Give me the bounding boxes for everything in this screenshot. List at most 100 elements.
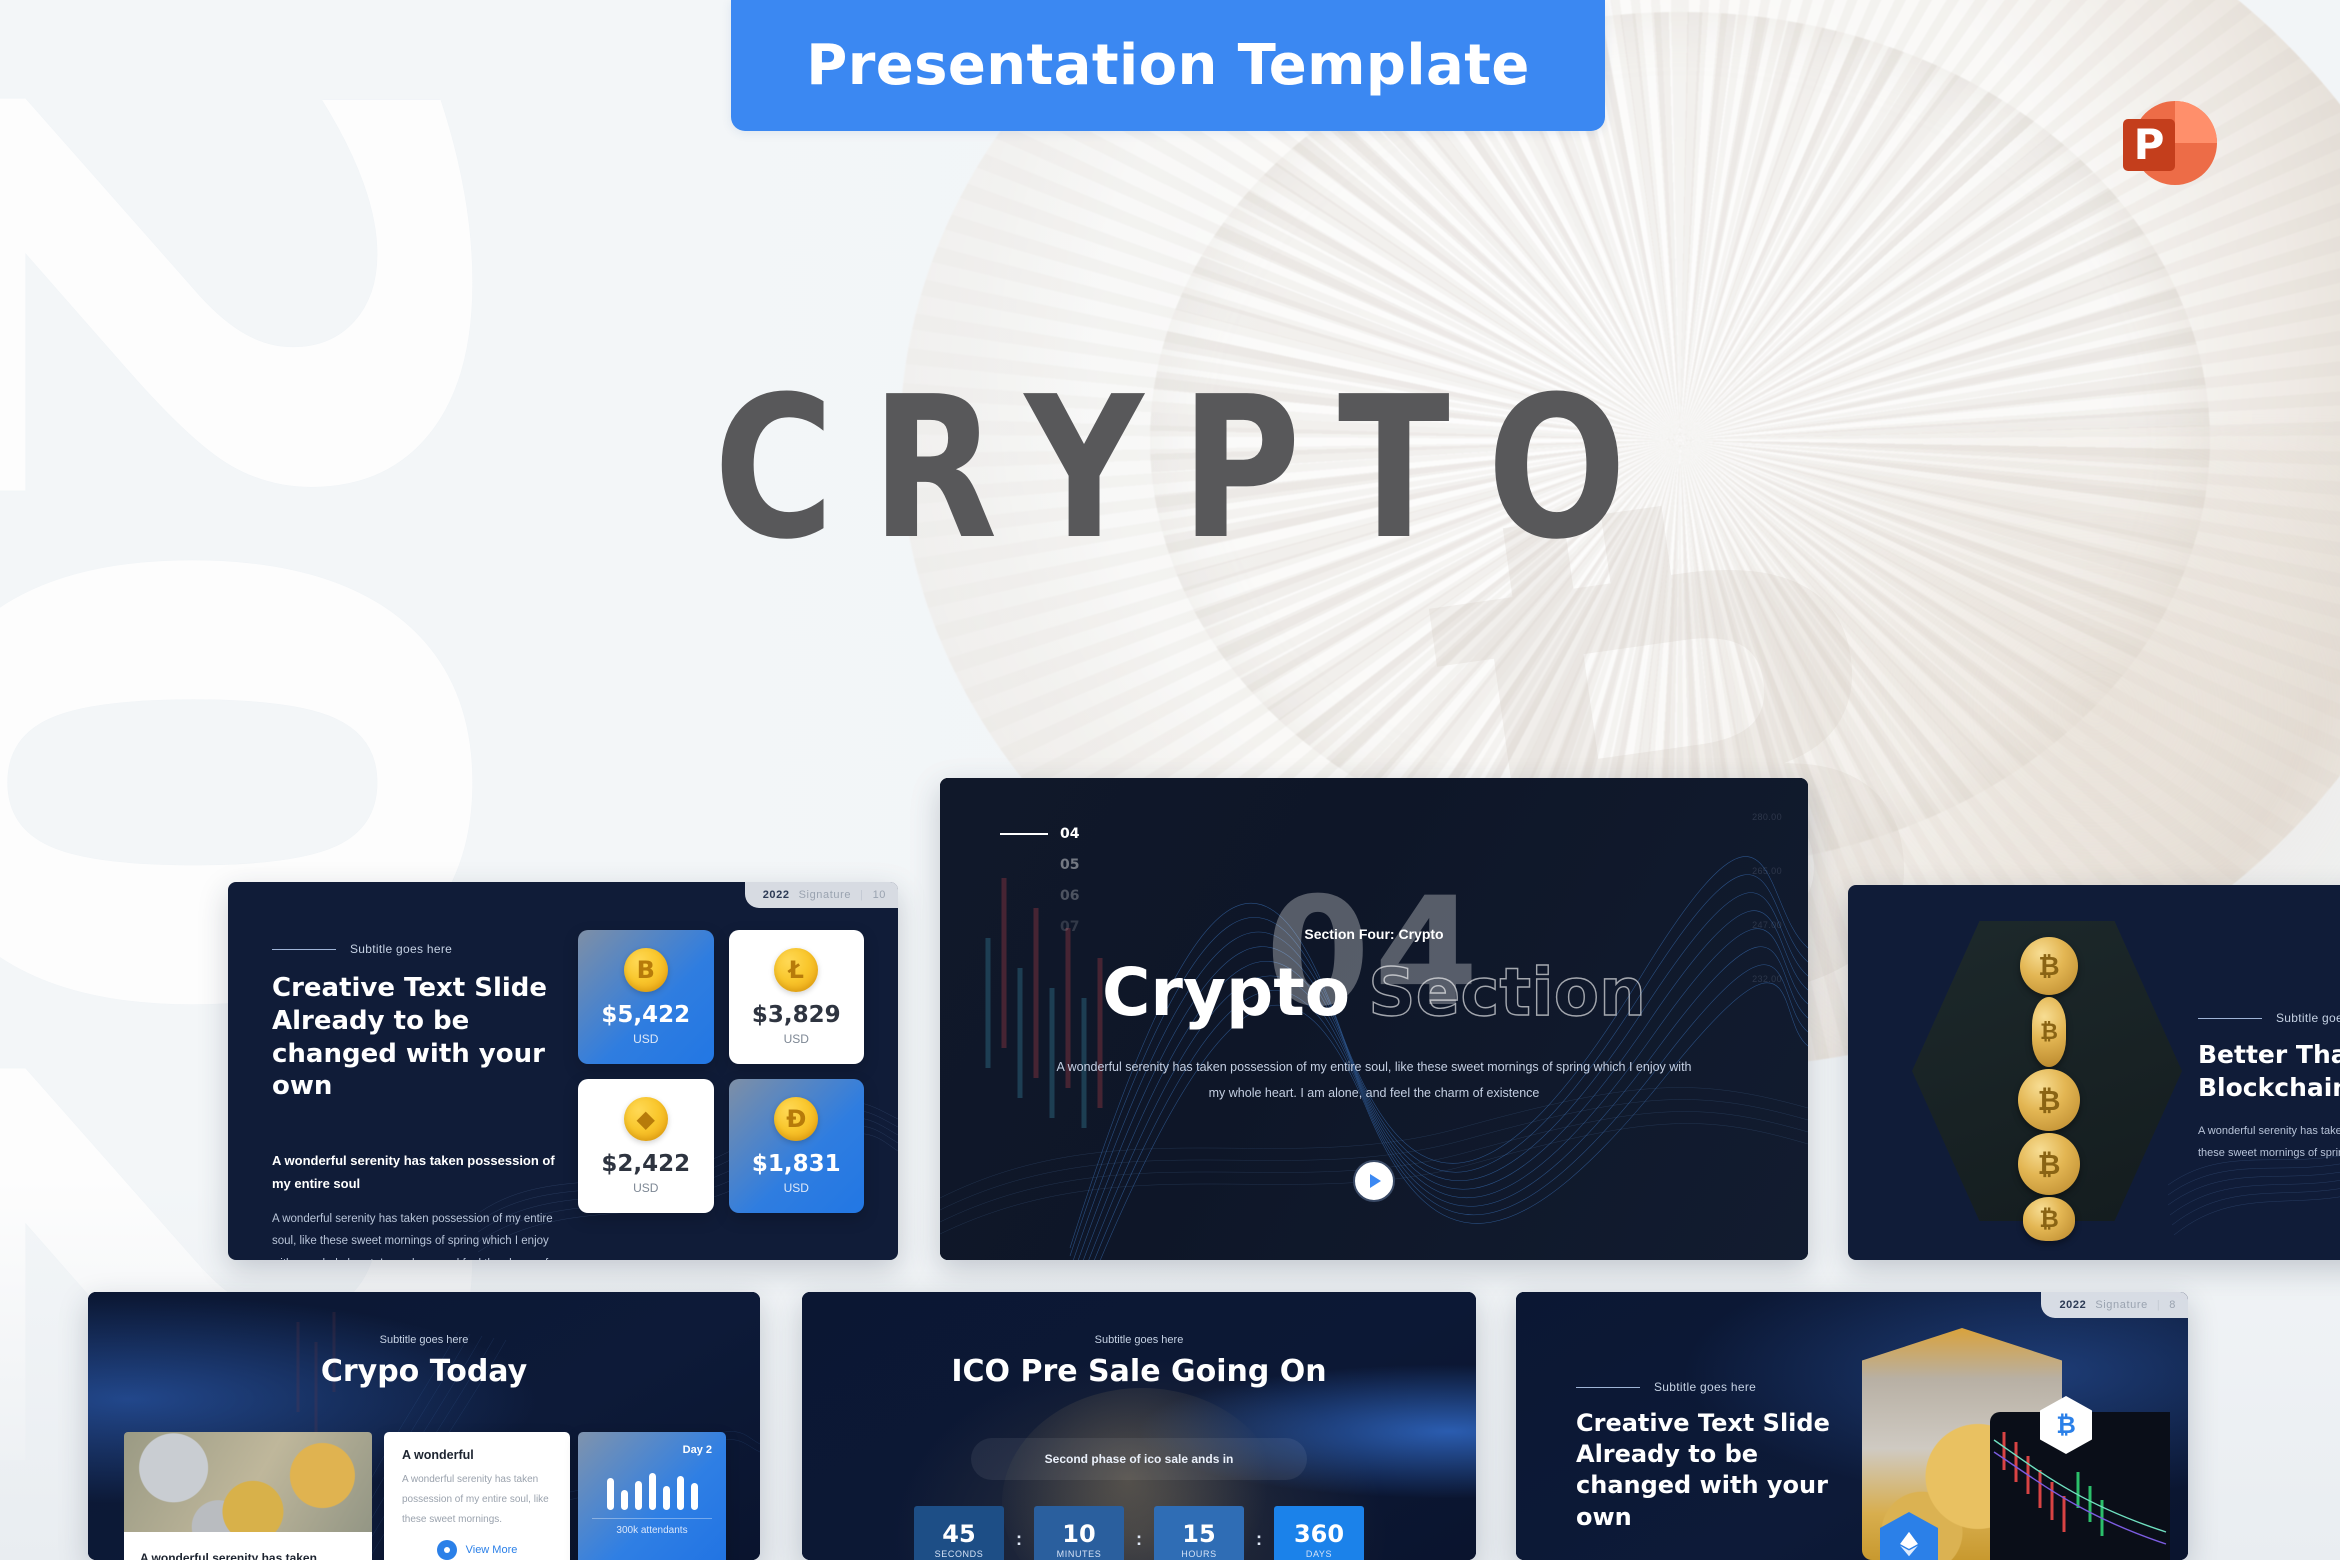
slide-badge: 2022 Signature | 8 <box>2041 1292 2188 1318</box>
slide-thumbnail-creative-text[interactable]: 2022 Signature | 10 Subtitle goes here C… <box>228 882 898 1260</box>
coin-currency: USD <box>783 1181 809 1195</box>
bar-chart <box>592 1464 712 1510</box>
bitcoin-coin-icon: B <box>623 948 668 992</box>
subtitle-row: Subtitle goes here <box>2198 1011 2340 1025</box>
coin-currency: USD <box>783 1032 809 1046</box>
coin-card-dash[interactable]: Ð $1,831 USD <box>728 1079 864 1213</box>
svg-text:P: P <box>2134 120 2165 169</box>
presentation-template-banner: Presentation Template <box>731 0 1605 131</box>
slide-thumbnail-creative-text-2[interactable]: 2022 Signature | 8 ₿ Subtitle goes here … <box>1516 1292 2188 1560</box>
chart-card-caption: 300k attendants <box>592 1518 712 1536</box>
dash-coin-icon: Ð <box>774 1097 819 1141</box>
badge-label: Signature <box>2095 1299 2148 1311</box>
coin-price: $5,422 <box>601 1002 691 1028</box>
bitcoin-coin-icon: ₿ <box>2018 1133 2080 1195</box>
coin-card-bitcoin[interactable]: B $5,422 USD <box>578 930 714 1064</box>
slide5-header: Subtitle goes here ICO Pre Sale Going On <box>802 1334 1476 1389</box>
section-nav-item[interactable]: 06 <box>1000 888 1079 904</box>
section-nav-item-active[interactable]: 04 <box>1000 826 1079 842</box>
nav-number: 05 <box>1060 857 1080 873</box>
coin-price: $3,829 <box>751 1002 841 1028</box>
section-nav-item[interactable]: 05 <box>1000 857 1079 873</box>
countdown-timer: 45 SECONDS : 10 MINUTES : 15 HOURS : 360… <box>914 1506 1364 1560</box>
info-card[interactable]: A wonderful A wonderful serenity has tak… <box>384 1432 570 1560</box>
coin-currency: USD <box>633 1181 659 1195</box>
slide1-copy: Subtitle goes here Creative Text Slide A… <box>272 942 572 1260</box>
subtitle-rule <box>2198 1017 2262 1019</box>
slide6-heading: Creative Text Slide Already to be change… <box>1576 1409 1830 1531</box>
section-kicker: Section Four: Crypto <box>1304 926 1444 942</box>
countdown-value: 45 <box>942 1519 976 1548</box>
subtitle-text: Subtitle goes here <box>1094 1334 1184 1346</box>
bitcoin-coin-icon: ₿ <box>2023 1197 2075 1241</box>
countdown-separator: : <box>1016 1528 1022 1549</box>
slide5-title: ICO Pre Sale Going On <box>951 1354 1327 1389</box>
subtitle-rule <box>272 948 336 950</box>
slide1-body: A wonderful serenity has taken possessio… <box>272 1212 553 1260</box>
section-title-solid: Crypto <box>1101 954 1351 1031</box>
slide4-title: Crypo Today <box>320 1354 528 1389</box>
countdown-seconds: 45 SECONDS <box>914 1506 1004 1560</box>
subtitle-rule <box>1576 1386 1640 1388</box>
play-button[interactable] <box>1353 1160 1395 1202</box>
coin-card-ethereum[interactable]: ◆ $2,422 USD <box>578 1079 714 1213</box>
countdown-minutes: 10 MINUTES <box>1034 1506 1124 1560</box>
slide4-header: Subtitle goes here Crypo Today <box>88 1334 760 1389</box>
litecoin-coin-icon: Ł <box>774 948 819 992</box>
countdown-value: 15 <box>1182 1519 1216 1548</box>
slide-badge: 2022 Signature | 10 <box>744 882 898 908</box>
countdown-hours: 15 HOURS <box>1154 1506 1244 1560</box>
slide1-lead: A wonderful serenity has taken possessio… <box>272 1153 555 1192</box>
photo-info-card[interactable]: A wonderful serenity has taken possessio… <box>124 1532 372 1560</box>
countdown-days: 360 DAYS <box>1274 1506 1364 1560</box>
slide1-heading: Creative Text Slide Already to be change… <box>272 973 548 1102</box>
countdown-separator: : <box>1256 1528 1262 1549</box>
slide3-body: A wonderful serenity has taken possessio… <box>2198 1125 2340 1159</box>
slide-thumbnail-crypto-section[interactable]: 280.00 265.00 247.00 232.00 04 05 06 07 … <box>940 778 1808 1260</box>
badge-page: 10 <box>872 889 886 901</box>
powerpoint-icon: P <box>2117 93 2225 201</box>
attendants-chart-card[interactable]: Day 2 300k attendants <box>578 1432 726 1560</box>
slide-thumbnail-better-than-blockchain[interactable]: ₿ ₿ ₿ ₿ ₿ Subtitle goes here Better Than… <box>1848 885 2340 1260</box>
badge-page: 8 <box>2169 1299 2176 1311</box>
bitcoin-coin-icon: ₿ <box>2020 937 2078 995</box>
badge-year: 2022 <box>762 889 790 901</box>
coin-price: $1,831 <box>751 1151 841 1177</box>
view-more-label: View More <box>465 1544 518 1556</box>
badge-label: Signature <box>798 889 852 901</box>
countdown-unit: MINUTES <box>1056 1548 1102 1559</box>
section-title-outline: Section <box>1367 954 1647 1031</box>
view-more-button[interactable]: View More <box>402 1540 552 1560</box>
subtitle-row: Subtitle goes here <box>1576 1380 1856 1394</box>
slide-thumbnail-ico-pre-sale[interactable]: Subtitle goes here ICO Pre Sale Going On… <box>802 1292 1476 1560</box>
countdown-value: 10 <box>1062 1519 1096 1548</box>
ethereum-coin-icon: ◆ <box>623 1097 668 1141</box>
badge-separator: | <box>2156 1299 2161 1311</box>
play-icon <box>1370 1174 1381 1188</box>
section-title: Crypto Section <box>940 959 1808 1026</box>
banner-label: Presentation Template <box>806 33 1530 98</box>
countdown-unit: SECONDS <box>934 1548 984 1559</box>
slide-preview-page: ₿ 2022 Presentation Template P CRYPTO <box>0 0 2340 1560</box>
subtitle-row: Subtitle goes here <box>272 942 572 956</box>
subtitle-text: Subtitle goes here <box>1654 1380 1757 1394</box>
slide3-copy: Subtitle goes here Better Than Any Block… <box>2198 1011 2340 1164</box>
subtitle-text: Subtitle goes here <box>379 1334 469 1346</box>
section-nav: 04 05 06 07 <box>1000 826 1079 935</box>
page-title: CRYPTO <box>713 355 1664 583</box>
subtitle-text: Subtitle goes here <box>350 942 453 956</box>
countdown-value: 360 <box>1293 1519 1345 1548</box>
bitcoin-coin-icon: ₿ <box>2018 1069 2080 1131</box>
coin-card-litecoin[interactable]: Ł $3,829 USD <box>728 930 864 1064</box>
countdown-separator: : <box>1136 1528 1142 1549</box>
nav-number: 04 <box>1060 826 1080 842</box>
countdown-unit: DAYS <box>1305 1548 1333 1559</box>
photo-card-heading: A wonderful serenity has taken possessio… <box>140 1551 317 1560</box>
slide-thumbnail-crypo-today[interactable]: Subtitle goes here Crypo Today A wonderf… <box>88 1292 760 1560</box>
bitcoin-coin-stack: ₿ ₿ ₿ ₿ ₿ <box>2014 937 2084 1241</box>
nav-number: 06 <box>1060 888 1080 904</box>
coin-price-grid: B $5,422 USD Ł $3,829 USD ◆ $2,422 USD Ð… <box>578 930 864 1213</box>
slide6-copy: Subtitle goes here Creative Text Slide A… <box>1576 1380 1856 1560</box>
sale-phase-pill: Second phase of ico sale ands in <box>971 1438 1307 1480</box>
nav-rule <box>1000 833 1048 835</box>
